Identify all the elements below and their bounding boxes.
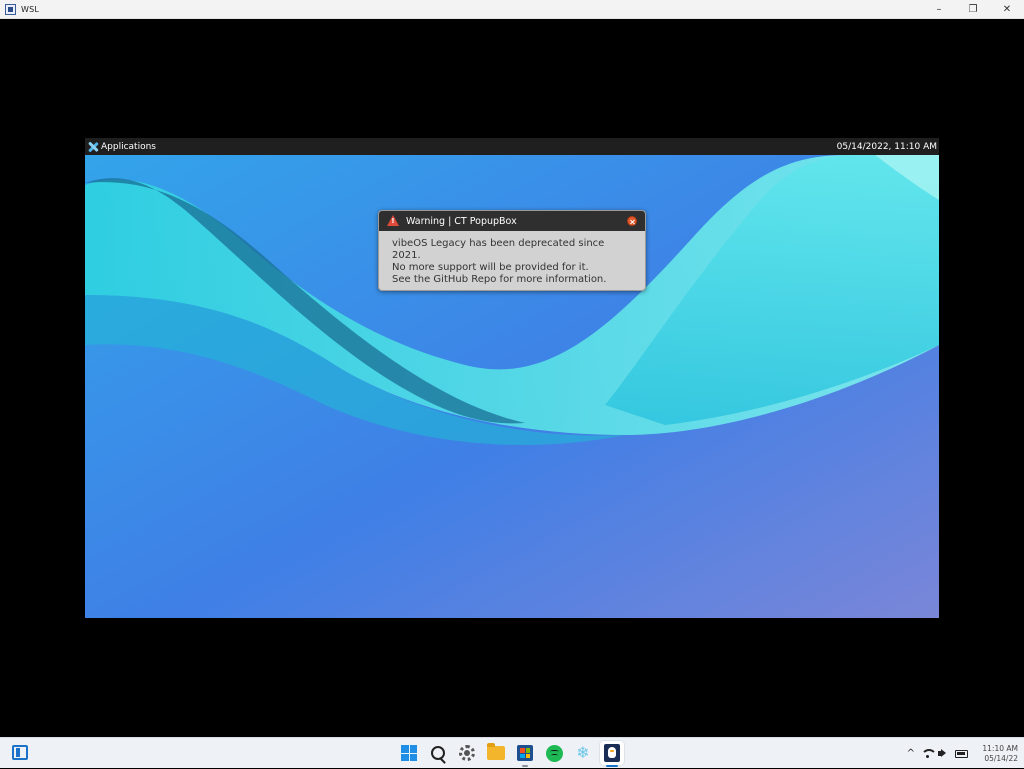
guest-desktop: Applications 05/14/2022, 11:10 AM ! Warn… [85, 138, 939, 618]
start-button[interactable] [397, 741, 421, 765]
warning-popup: Warning | CT PopupBox vibeOS Legacy has … [378, 210, 646, 291]
clock-date: 05/14/22 [984, 753, 1018, 763]
minimize-button[interactable]: – [922, 0, 956, 19]
wifi-icon[interactable] [921, 749, 937, 758]
show-hidden-icons-chevron[interactable]: ^ [907, 748, 915, 759]
microsoft-store-button[interactable] [513, 741, 537, 767]
window-title: WSL [21, 4, 40, 14]
applications-label: Applications [101, 141, 156, 152]
snowflake-icon: ❄ [576, 743, 590, 762]
file-explorer-button[interactable] [484, 741, 508, 765]
snowflake-app-button[interactable]: ❄ [571, 741, 595, 765]
search-button[interactable] [426, 741, 450, 765]
windows-logo-icon [401, 745, 417, 761]
active-indicator [606, 765, 618, 767]
taskbar-apps: ❄ [397, 741, 624, 767]
window-titlebar[interactable]: WSL – ❐ ✕ [0, 0, 1024, 19]
folder-icon [487, 743, 505, 760]
popup-close-button[interactable] [627, 216, 637, 226]
warning-icon [387, 215, 399, 227]
applications-menu[interactable]: Applications [88, 142, 156, 152]
guest-top-panel: Applications 05/14/2022, 11:10 AM [85, 138, 939, 155]
wsl-app-icon [5, 3, 16, 15]
spotify-icon [545, 744, 563, 762]
battery-icon[interactable] [955, 749, 968, 758]
search-icon [431, 746, 445, 760]
system-tray: ^ 11:10 AM 05/14/22 [907, 738, 1024, 769]
popup-message: vibeOS Legacy has been deprecated since … [379, 231, 645, 286]
window-controls: – ❐ ✕ [922, 0, 1024, 19]
popup-title: Warning | CT PopupBox [406, 215, 517, 227]
widgets-icon[interactable] [12, 745, 28, 760]
xfce-logo-icon [88, 142, 98, 152]
clock-time: 11:10 AM [982, 743, 1018, 753]
taskbar: ❄ ^ 11:10 AM 05/14/22 [0, 737, 1024, 768]
popup-titlebar[interactable]: Warning | CT PopupBox [379, 211, 645, 231]
store-icon [517, 745, 533, 761]
tux-icon [604, 744, 620, 762]
volume-icon[interactable] [938, 749, 950, 758]
settings-button[interactable] [455, 741, 479, 765]
panel-clock[interactable]: 05/14/2022, 11:10 AM [837, 142, 937, 152]
taskbar-clock[interactable]: 11:10 AM 05/14/22 [976, 744, 1024, 764]
popup-line: See the GitHub Repo for more information… [392, 274, 607, 285]
running-indicator [522, 765, 528, 767]
spotify-button[interactable] [542, 741, 566, 765]
restore-button[interactable]: ❐ [956, 0, 990, 19]
gear-icon [459, 745, 475, 761]
close-button[interactable]: ✕ [990, 0, 1024, 19]
popup-line: No more support will be provided for it. [392, 262, 589, 273]
popup-line: vibeOS Legacy has been deprecated since … [392, 238, 605, 261]
wsl-taskbar-button[interactable] [600, 741, 624, 767]
